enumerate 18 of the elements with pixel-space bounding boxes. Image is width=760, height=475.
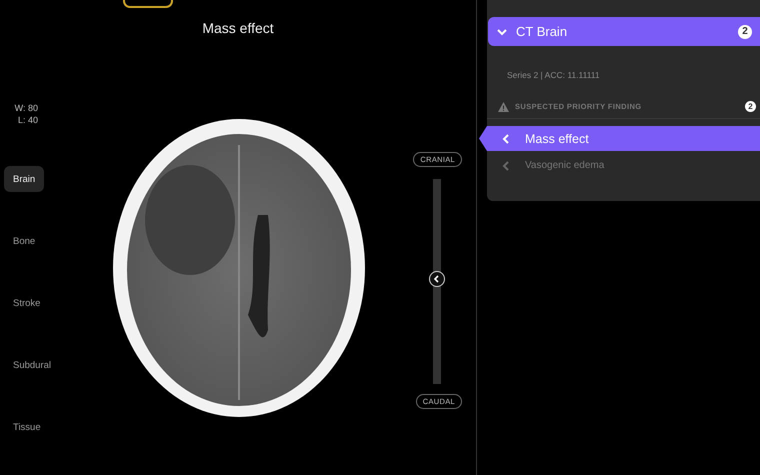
window-width: W: 80 xyxy=(14,102,38,114)
study-title: CT Brain xyxy=(516,24,568,39)
preset-button[interactable]: Stroke xyxy=(4,290,50,316)
finding-item[interactable]: Mass effect xyxy=(479,126,760,151)
preset-button[interactable]: Subdural xyxy=(4,352,60,378)
chevron-left-icon xyxy=(501,132,511,144)
warning-icon xyxy=(498,102,509,112)
chevron-left-icon xyxy=(501,160,511,172)
series-info: Series 2 | ACC: 11.11111 xyxy=(506,69,601,82)
preset-button[interactable]: Bone xyxy=(4,228,44,254)
preset-button[interactable]: Tissue xyxy=(4,414,50,440)
count-badge: 2 xyxy=(745,101,756,112)
study-header[interactable]: CT Brain 2 xyxy=(488,17,760,46)
slider-thumb[interactable] xyxy=(429,271,445,288)
finding-title: Mass effect xyxy=(201,20,275,38)
window-level: L: 40 xyxy=(18,114,38,126)
count-badge: 2 xyxy=(738,24,752,38)
preset-button[interactable]: Brain xyxy=(4,166,44,192)
